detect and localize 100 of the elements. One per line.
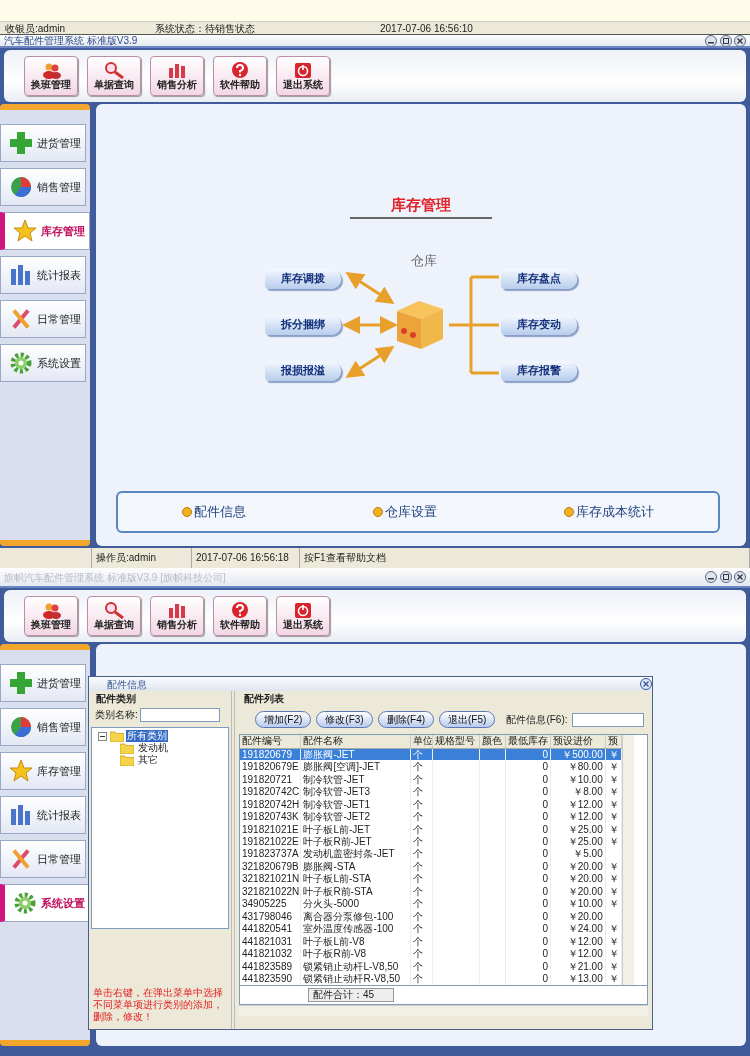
action-button[interactable]: 库存盘点	[501, 268, 577, 289]
toolbar-button[interactable]: 退出系统	[276, 596, 330, 636]
table-cell: 191820742C	[240, 785, 301, 798]
table-cell: 个	[410, 860, 433, 873]
folder-icon	[109, 730, 124, 742]
sidebar-item[interactable]: 系统设置	[0, 344, 86, 382]
table-cell: 441821031	[240, 935, 301, 948]
link[interactable]: 仓库设置	[373, 501, 437, 522]
sidebar-item[interactable]: 进货管理	[0, 124, 86, 162]
sidebar-item[interactable]: 日常管理	[0, 300, 86, 338]
close-icon[interactable]	[734, 571, 746, 583]
table-cell: 0	[505, 822, 551, 836]
maximize-icon[interactable]	[719, 571, 732, 583]
sidebar-item[interactable]: 库存管理	[0, 212, 90, 250]
table-cell: 锁紧销止动杆L-V8,50	[300, 959, 411, 973]
toolbar-button[interactable]: 单据查询	[87, 596, 141, 636]
search-icon	[104, 601, 124, 619]
column-header[interactable]: 配件名称	[300, 735, 411, 748]
table-cell: 0	[505, 897, 551, 911]
table-cell: ￥	[605, 872, 622, 886]
action-button[interactable]: 报损报溢	[265, 360, 341, 381]
sidebar-item[interactable]: 销售管理	[0, 708, 86, 746]
table-cell: 发动机盖密封条-JET	[300, 847, 411, 861]
folder-icon	[120, 742, 134, 754]
link[interactable]: 配件信息	[181, 501, 246, 522]
tree-item[interactable]: 发动机	[136, 742, 169, 754]
column-header[interactable]: 单位	[410, 735, 433, 748]
sidebar-item[interactable]: 系统设置	[0, 884, 90, 922]
field-label: 类别名称:	[95, 708, 138, 722]
input-field[interactable]	[572, 712, 645, 727]
toolbar-button[interactable]: 退出系统	[276, 56, 330, 96]
tree-item[interactable]: 其它	[136, 754, 159, 766]
sidebar-item[interactable]: 销售管理	[0, 168, 86, 206]
table-cell: ￥8.00	[550, 785, 606, 798]
table-cell: ￥	[605, 760, 622, 773]
sidebar-item[interactable]: 进货管理	[0, 664, 86, 702]
vertical-scrollbar[interactable]	[622, 735, 634, 985]
table-cell: 0	[505, 959, 551, 973]
sidebar-item[interactable]: 统计报表	[0, 796, 86, 834]
minimize-icon[interactable]	[705, 34, 717, 47]
table-cell: 制冷软管-JET3	[300, 785, 411, 798]
table-cell: ￥20.00	[550, 885, 606, 898]
toolbar-button[interactable]: 换班管理	[24, 596, 78, 636]
action-button[interactable]: 库存变动	[501, 314, 577, 335]
table-cell: ￥25.00	[550, 822, 606, 836]
sidebar-item[interactable]: 日常管理	[0, 840, 86, 878]
table-cell: 个	[410, 897, 433, 911]
toolbar-button[interactable]: 单据查询	[87, 56, 141, 96]
timestamp: 2017-07-06 16:56:10	[380, 22, 473, 34]
action-button[interactable]: 删除(F4)	[377, 711, 435, 728]
table-cell: 0	[505, 785, 551, 798]
toolbar-button[interactable]: 销售分析	[150, 596, 204, 636]
table-cell: ￥5.00	[550, 847, 606, 861]
table-cell: 0	[505, 922, 551, 936]
table-cell: 191820721	[240, 772, 301, 786]
action-button[interactable]: 库存报警	[501, 360, 577, 381]
table-cell: 个	[410, 810, 433, 823]
column-header[interactable]: 最低库存	[505, 735, 551, 748]
toolbar-button[interactable]: 软件帮助	[213, 596, 267, 636]
toolbar-button[interactable]: 软件帮助	[213, 56, 267, 96]
input-field[interactable]	[140, 707, 221, 722]
column-header[interactable]: 颜色	[479, 735, 506, 748]
table-cell: 34905225	[240, 897, 301, 911]
table-cell: ￥21.00	[550, 959, 606, 973]
sidebar-item[interactable]: 库存管理	[0, 752, 86, 790]
action-button[interactable]: 增加(F2)	[255, 711, 312, 728]
toolbar-button[interactable]: 销售分析	[150, 56, 204, 96]
close-icon[interactable]	[640, 678, 652, 690]
table-cell: 个	[410, 959, 433, 973]
table-cell: ￥	[605, 810, 622, 823]
maximize-icon[interactable]	[719, 34, 732, 47]
column-header[interactable]: 配件编号	[240, 735, 301, 748]
section-heading: 库存管理	[350, 194, 492, 219]
tree-item[interactable]: 所有类别	[126, 730, 168, 742]
cashier-label: 收银员:admin	[4, 22, 66, 34]
table-cell: 0	[505, 772, 551, 786]
double-arrow	[345, 271, 395, 304]
minimize-icon[interactable]	[705, 571, 717, 583]
table-cell: 叶子板R前-JET	[300, 835, 411, 848]
table-cell: ￥	[605, 947, 622, 960]
sidebar-item[interactable]: 统计报表	[0, 256, 86, 294]
warehouse-label: 仓库	[411, 252, 437, 269]
close-icon[interactable]	[734, 34, 746, 47]
table-cell: 个	[410, 910, 433, 923]
action-button[interactable]: 修改(F3)	[316, 711, 373, 728]
toolbar-button[interactable]: 换班管理	[24, 56, 78, 96]
table-cell: 0	[505, 810, 551, 823]
table-cell: ￥12.00	[550, 797, 606, 811]
action-button[interactable]: 库存调拨	[265, 268, 341, 289]
action-button[interactable]: 退出(F5)	[439, 711, 496, 728]
expand-toggle[interactable]	[98, 731, 107, 741]
table-cell: 个	[410, 847, 433, 861]
table-cell: 膨胀阀-STA	[300, 860, 411, 873]
column-header[interactable]: 预设进价	[550, 735, 606, 748]
action-button[interactable]: 拆分捆绑	[265, 314, 341, 335]
table-cell: 191820743K	[240, 810, 301, 823]
link[interactable]: 库存成本统计	[564, 501, 655, 522]
column-header[interactable]: 规格型号	[432, 735, 480, 748]
horizontal-scrollbar[interactable]	[239, 1005, 648, 1016]
table-cell: ￥	[605, 885, 622, 898]
